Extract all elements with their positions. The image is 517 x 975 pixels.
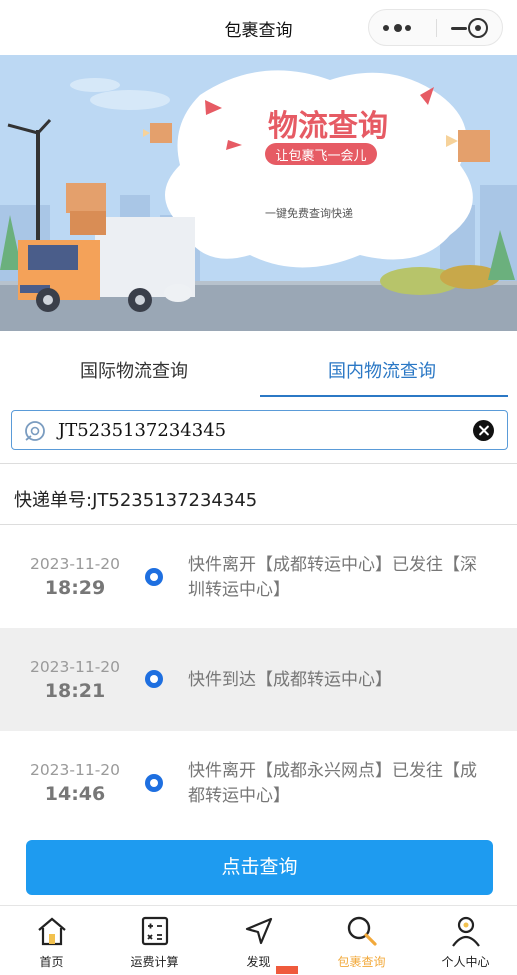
delivery-truck-illustration: [0, 70, 517, 331]
timeline-dot-icon: [145, 670, 163, 688]
more-icon[interactable]: [383, 24, 411, 33]
title-bar: 包裹查询: [0, 0, 517, 55]
bottom-tab-bar: 首页 运费计算 发现 包裹查询 个人中心: [0, 905, 517, 975]
tabbar-item-home[interactable]: 首页: [0, 906, 103, 975]
tabbar-item-profile[interactable]: 个人中心: [414, 906, 517, 975]
tabbar-label: 首页: [39, 955, 64, 969]
tracking-number-label: 快递单号:JT5235137234345: [14, 490, 258, 511]
tab-international[interactable]: 国际物流查询: [80, 357, 188, 383]
event-time: 18:29: [44, 577, 106, 599]
banner-headline: 物流查询: [268, 109, 388, 144]
tabbar-label: 包裹查询: [337, 955, 386, 969]
banner-subtext: 一键免费查询快递: [265, 207, 353, 220]
timeline-dot-icon: [145, 774, 163, 792]
tabbar-label: 个人中心: [441, 955, 490, 969]
mini-program-capsule: [368, 9, 503, 46]
decorative-mark: [276, 966, 298, 974]
banner: 物流查询 让包裹飞一会儿 一键免费查询快递: [0, 55, 517, 331]
divider: [0, 463, 517, 464]
event-description: 快件离开【成都永兴网点】已发往【成都转运中心】: [188, 761, 477, 806]
navigation-arrow-icon: [245, 917, 273, 945]
user-icon: [452, 916, 480, 947]
banner-slogan: 让包裹飞一会儿: [275, 149, 367, 164]
tabbar-item-discover[interactable]: 发现: [207, 906, 310, 975]
event-date: 2023-11-20: [29, 658, 121, 676]
timeline-dot-icon: [145, 568, 163, 586]
event-description: 快件到达【成都转运中心】: [188, 670, 392, 690]
close-target-icon[interactable]: [468, 18, 488, 38]
scan-icon[interactable]: [22, 418, 48, 444]
event-date: 2023-11-20: [29, 761, 121, 779]
event-date: 2023-11-20: [29, 555, 121, 573]
timeline-row: 2023-11-20 18:29 快件离开【成都转运中心】已发往【深圳转运中心】: [0, 525, 517, 628]
event-description: 快件离开【成都转运中心】已发往【深圳转运中心】: [188, 555, 477, 600]
query-type-tabs: 国际物流查询 国内物流查询: [0, 331, 517, 401]
calculator-icon: [141, 916, 169, 946]
query-button[interactable]: 点击查询: [26, 840, 493, 895]
clear-icon[interactable]: [473, 420, 494, 441]
event-time: 14:46: [44, 783, 106, 805]
home-icon: [38, 917, 66, 946]
search-icon: [347, 916, 377, 946]
minimize-icon[interactable]: [451, 27, 467, 30]
tab-domestic[interactable]: 国内物流查询: [328, 357, 436, 383]
active-tab-indicator: [260, 395, 508, 397]
search-value[interactable]: JT5235137234345: [58, 420, 226, 441]
tabbar-item-parcel-query[interactable]: 包裹查询: [310, 906, 413, 975]
timeline-row: 2023-11-20 18:21 快件到达【成都转运中心】: [0, 628, 517, 731]
tabbar-label: 运费计算: [130, 955, 179, 969]
event-time: 18:21: [44, 680, 106, 702]
capsule-divider: [436, 19, 437, 37]
tabbar-item-freight[interactable]: 运费计算: [103, 906, 206, 975]
timeline-row: 2023-11-20 14:46 快件离开【成都永兴网点】已发往【成都转运中心】: [0, 731, 517, 834]
tracking-search-input[interactable]: JT5235137234345: [11, 410, 508, 450]
